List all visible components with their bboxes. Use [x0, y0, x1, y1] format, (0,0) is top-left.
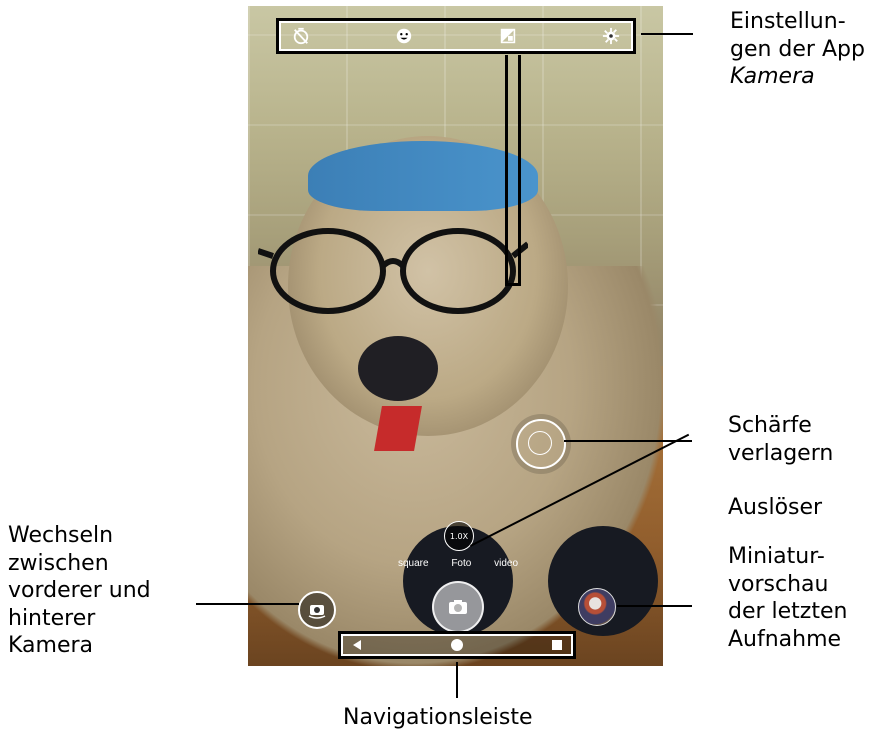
switch-camera-annotation: Wechseln zwischen vorderer und hinterer … [8, 522, 151, 660]
camera-icon [449, 600, 467, 614]
red-ribbon [374, 406, 422, 451]
home-circle-icon[interactable] [450, 638, 464, 652]
thumbnail-annotation-line1: Miniatur- [728, 544, 825, 569]
shutter-annotation: Auslöser [728, 495, 823, 520]
switch-annotation-line5: Kamera [8, 633, 94, 658]
navbar-callout-line [456, 662, 458, 698]
settings-callout-line [641, 33, 693, 35]
thumbnail-annotation-line2: vorschau [728, 571, 829, 597]
glasses [258, 228, 528, 314]
recents-square-icon[interactable] [551, 639, 563, 651]
switch-annotation-line2: zwischen [8, 550, 109, 576]
hdr-callout-line-bottom [505, 283, 521, 286]
focus-ring[interactable] [516, 419, 566, 469]
thumbnail-annotation: Miniatur- vorschau der letzten Aufnahme [728, 543, 847, 653]
settings-annotation-line3: Kamera [730, 64, 815, 89]
camera-viewfinder[interactable]: 1.0X square Foto video [248, 6, 663, 666]
timer-off-icon[interactable] [291, 26, 311, 46]
navbar-annotation: Navigationsleiste [343, 705, 533, 730]
navigation-bar [338, 631, 576, 659]
settings-annotation: Einstellun- gen der App Kamera [730, 8, 865, 91]
switch-annotation-line4: hinterer [8, 605, 96, 631]
switch-annotation-line1: Wechseln [8, 523, 114, 548]
teddy-bear-nose [358, 336, 438, 401]
hdr-icon[interactable] [498, 26, 518, 46]
mode-video[interactable]: video [494, 558, 518, 569]
shutter-button[interactable] [432, 581, 484, 633]
zoom-level-badge[interactable]: 1.0X [444, 521, 474, 551]
thumbnail-annotation-line3: der letzten [728, 599, 848, 624]
mode-square[interactable]: square [398, 558, 429, 569]
settings-annotation-line1: Einstellun- [730, 9, 846, 34]
hdr-callout-line-right [518, 55, 521, 285]
camera-settings-bar [276, 18, 636, 54]
last-photo-thumbnail[interactable] [578, 588, 616, 626]
switch-camera-callout-line [196, 603, 299, 605]
settings-annotation-line2: gen der App [730, 36, 865, 62]
face-icon[interactable] [394, 26, 414, 46]
mode-foto[interactable]: Foto [451, 558, 471, 569]
switch-camera-icon [308, 605, 326, 619]
thumbnail-annotation-line4: Aufnahme [728, 626, 842, 652]
thumbnail-callout-line [617, 605, 692, 607]
teddy-bear-scarf [308, 141, 538, 211]
hdr-callout-line-left [505, 55, 508, 285]
focus-annotation: Schärfe verlagern [728, 412, 833, 467]
mode-selector: square Foto video [398, 558, 518, 569]
focus-annotation-line2: verlagern [728, 440, 834, 466]
focus-annotation-line1: Schärfe [728, 413, 812, 438]
gear-icon[interactable] [601, 26, 621, 46]
back-triangle-icon[interactable] [351, 639, 363, 651]
switch-camera-button[interactable] [298, 591, 336, 629]
switch-annotation-line3: vorderer und [8, 578, 151, 603]
